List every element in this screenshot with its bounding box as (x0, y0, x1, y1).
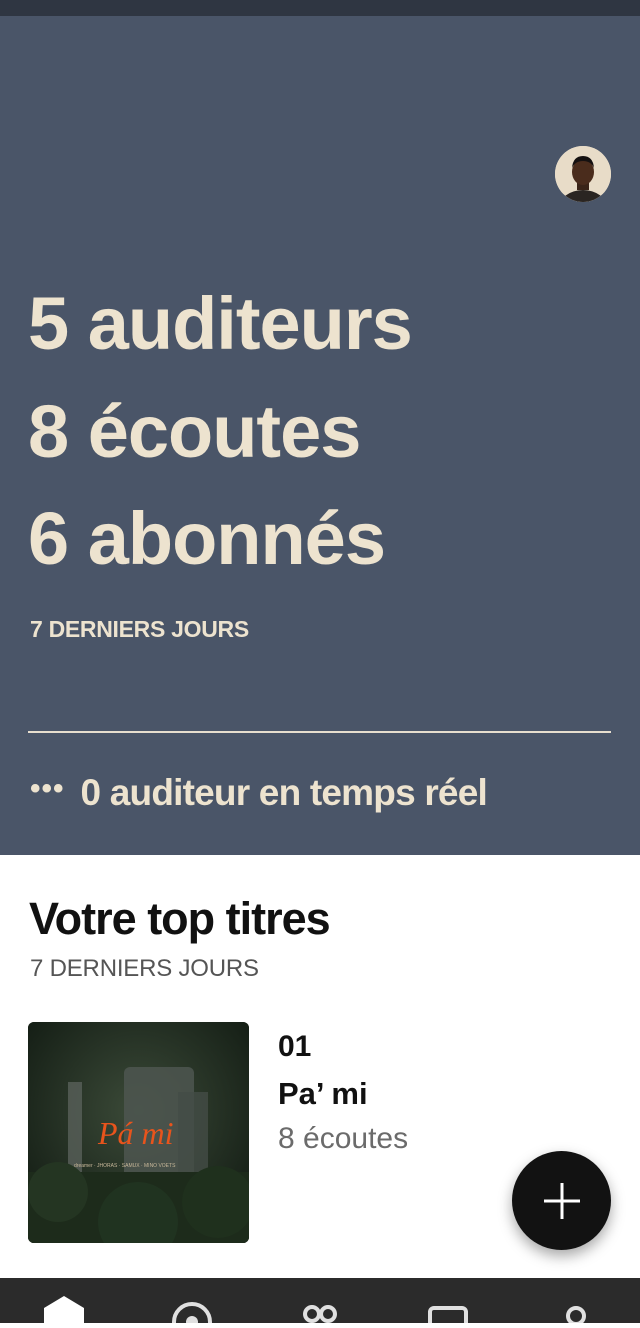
bottom-navigation (0, 1278, 640, 1328)
nav-search[interactable] (162, 1278, 222, 1328)
profile-avatar[interactable] (555, 146, 611, 202)
nav-profile[interactable] (546, 1278, 606, 1326)
status-bar (0, 0, 640, 16)
live-dots-icon: ••• (30, 772, 65, 805)
nav-audience[interactable] (290, 1278, 350, 1323)
track-cover-art[interactable]: Pá mi dreamer · JHORAS · SAMUX · MINO VO… (28, 1022, 249, 1243)
realtime-listeners-label: 0 auditeur en temps réel (80, 772, 488, 813)
profile-icon (566, 1306, 586, 1326)
nav-music[interactable] (418, 1278, 478, 1328)
realtime-listeners[interactable]: ••• 0 auditeur en temps réel (30, 772, 488, 814)
streams-stat: 8 écoutes (28, 390, 361, 473)
top-tracks-title: Votre top titres (29, 893, 331, 944)
nav-home[interactable] (34, 1278, 94, 1323)
track-plays: 8 écoutes (278, 1122, 409, 1155)
followers-stat: 6 abonnés (28, 497, 386, 580)
music-icon (428, 1306, 468, 1328)
audience-icon (303, 1305, 337, 1323)
plus-icon (543, 1182, 580, 1219)
cover-title-text: Pá mi (97, 1115, 174, 1151)
add-button[interactable] (512, 1151, 611, 1250)
listeners-stat: 5 auditeurs (28, 282, 413, 365)
top-tracks-period: 7 DERNIERS JOURS (30, 955, 259, 982)
stats-period-label: 7 DERNIERS JOURS (30, 616, 249, 642)
track-title[interactable]: Pa’ mi (278, 1076, 368, 1112)
divider (28, 731, 611, 733)
search-icon (172, 1302, 212, 1328)
cover-credits-text: dreamer · JHORAS · SAMUX · MINO VOETS (74, 1163, 176, 1169)
home-icon (44, 1296, 84, 1323)
track-rank: 01 (278, 1030, 312, 1063)
